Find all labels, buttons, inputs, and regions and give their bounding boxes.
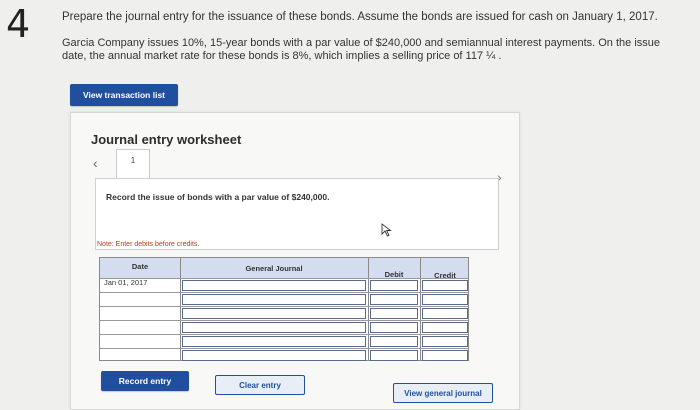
account-input[interactable] bbox=[182, 294, 366, 305]
debit-input[interactable] bbox=[370, 280, 418, 291]
credit-input[interactable] bbox=[422, 350, 468, 361]
mouse-cursor-icon bbox=[381, 223, 392, 237]
credit-input[interactable] bbox=[422, 322, 468, 333]
record-entry-button[interactable]: Record entry bbox=[101, 371, 189, 391]
debit-input[interactable] bbox=[370, 350, 418, 361]
table-row-date: Jan 01, 2017 bbox=[104, 278, 148, 287]
account-input[interactable] bbox=[182, 336, 366, 347]
credit-input[interactable] bbox=[422, 308, 468, 319]
account-input[interactable] bbox=[182, 280, 366, 291]
view-transaction-list-button[interactable]: View transaction list bbox=[70, 84, 178, 106]
problem-statement: Garcia Company issues 10%, 15-year bonds… bbox=[62, 37, 661, 62]
credit-input[interactable] bbox=[422, 336, 468, 347]
note-text: Note: Enter debits before credits. bbox=[97, 241, 200, 248]
instruction-text: Record the issue of bonds with a par val… bbox=[106, 192, 330, 202]
column-header-general-journal: General Journal bbox=[245, 264, 303, 273]
view-general-journal-button[interactable]: View general journal bbox=[393, 383, 493, 403]
account-input[interactable] bbox=[182, 350, 366, 361]
debit-input[interactable] bbox=[370, 336, 418, 347]
debit-input[interactable] bbox=[370, 308, 418, 319]
journal-table: Date General Journal Debit Credit Jan 01… bbox=[99, 257, 469, 361]
credit-input[interactable] bbox=[422, 294, 468, 305]
journal-entry-worksheet: Journal entry worksheet ‹ 1 › Record the… bbox=[70, 112, 520, 410]
chevron-left-icon[interactable]: ‹ bbox=[93, 155, 98, 171]
account-input[interactable] bbox=[182, 308, 366, 319]
question-prompt: Prepare the journal entry for the issuan… bbox=[62, 11, 658, 23]
worksheet-title: Journal entry worksheet bbox=[91, 132, 242, 147]
instruction-box: Record the issue of bonds with a par val… bbox=[95, 178, 499, 250]
column-header-date: Date bbox=[131, 262, 149, 271]
tab-entry-1[interactable]: 1 bbox=[116, 149, 150, 179]
debit-input[interactable] bbox=[370, 294, 418, 305]
credit-input[interactable] bbox=[422, 280, 468, 291]
debit-input[interactable] bbox=[370, 322, 418, 333]
clear-entry-button[interactable]: Clear entry bbox=[215, 375, 305, 395]
account-input[interactable] bbox=[182, 322, 366, 333]
question-number: 4 bbox=[6, 2, 31, 46]
